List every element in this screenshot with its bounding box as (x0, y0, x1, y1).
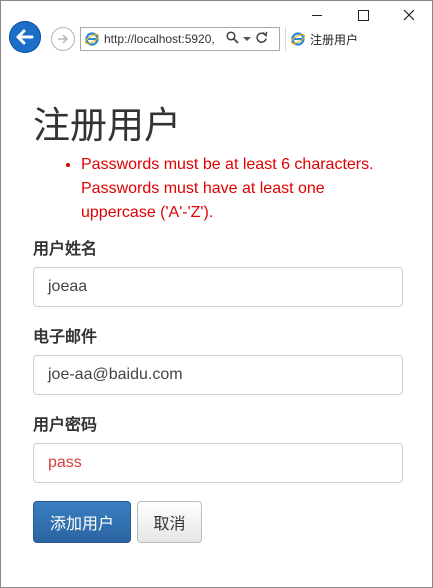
maximize-button[interactable] (340, 1, 386, 29)
forward-arrow-icon (58, 34, 69, 44)
forward-button[interactable] (51, 27, 75, 51)
maximize-icon (357, 9, 369, 21)
dropdown-arrow-icon[interactable] (243, 32, 251, 46)
password-label: 用户密码 (33, 417, 98, 434)
ie-logo-icon (290, 32, 306, 46)
validation-summary: Passwords must be at least 6 characters.… (33, 153, 403, 225)
address-url: http://localhost:5920, (104, 32, 215, 46)
search-icon[interactable] (226, 31, 239, 47)
error-message: Passwords must be at least 6 characters. (81, 153, 403, 177)
back-button[interactable] (9, 21, 41, 53)
form-actions: 添加用户 取消 (33, 501, 403, 543)
add-user-button[interactable]: 添加用户 (33, 501, 131, 543)
email-input[interactable]: joe-aa@baidu.com (33, 355, 403, 395)
error-message: Passwords must have at least one upperca… (81, 180, 325, 221)
back-arrow-icon (16, 29, 34, 45)
ie-logo-icon (84, 32, 100, 46)
page-title: 注册用户 (33, 105, 181, 146)
register-form: 注册用户 Passwords must be at least 6 charac… (33, 101, 403, 543)
email-label: 电子邮件 (33, 329, 98, 346)
close-icon (403, 9, 415, 21)
username-input[interactable]: joeaa (33, 267, 403, 307)
title-bar (1, 1, 432, 29)
tab-register[interactable]: 注册用户 (285, 27, 432, 51)
close-button[interactable] (386, 1, 432, 29)
minimize-button[interactable] (294, 1, 340, 29)
cancel-button[interactable]: 取消 (137, 501, 202, 543)
browser-window: http://localhost:5920, 注册用户 注册用户 Passwor… (0, 0, 433, 588)
tab-title: 注册用户 (310, 32, 359, 47)
minimize-icon (312, 14, 322, 16)
address-bar[interactable]: http://localhost:5920, (80, 27, 280, 51)
password-input[interactable]: pass (33, 443, 403, 483)
username-label: 用户姓名 (33, 241, 98, 258)
refresh-icon[interactable] (255, 31, 268, 47)
